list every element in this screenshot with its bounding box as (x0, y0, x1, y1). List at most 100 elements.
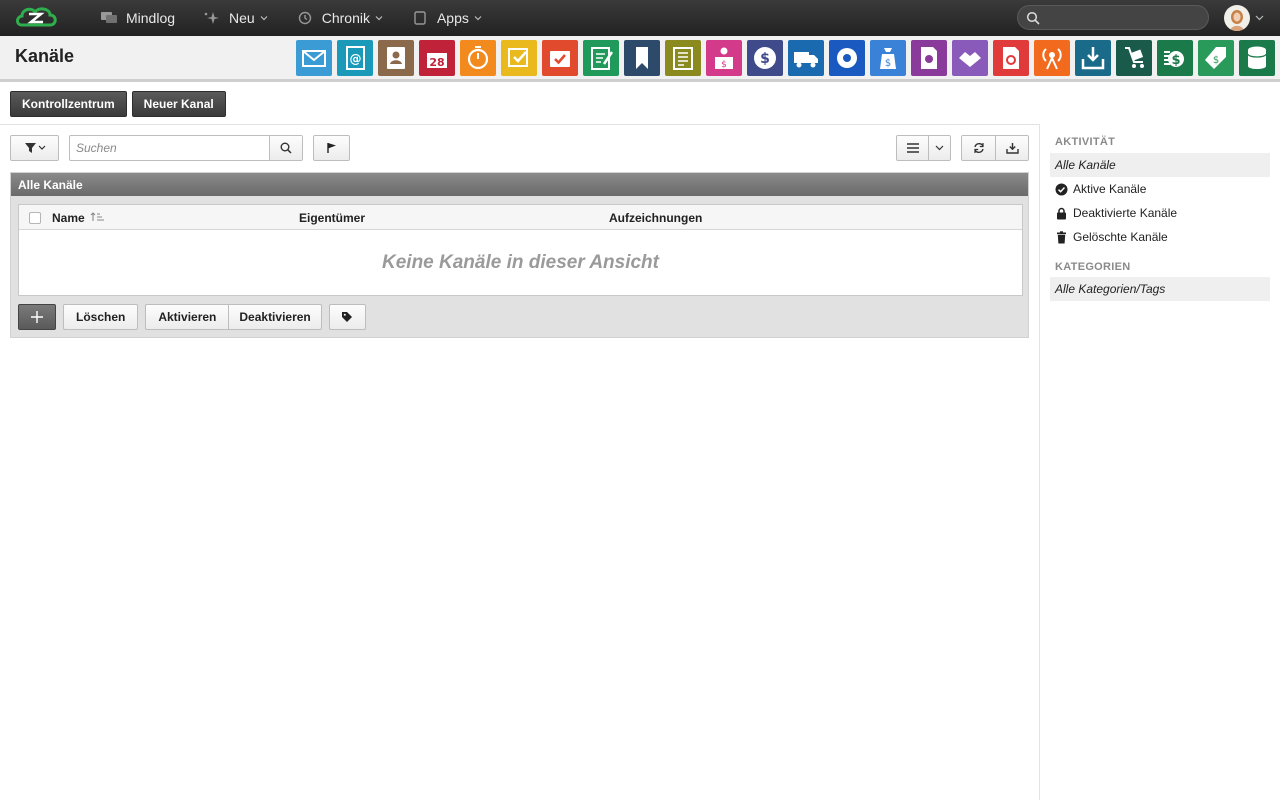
sidebar-item-all-categories[interactable]: Alle Kategorien/Tags (1050, 277, 1270, 301)
column-header-records[interactable]: Aufzeichnungen (609, 211, 702, 225)
download-icon (1005, 143, 1019, 154)
pdf-app-icon (1003, 47, 1019, 69)
contacts-app-launcher[interactable] (378, 40, 414, 76)
add-channel-button[interactable] (18, 304, 56, 330)
action-row: Kontrollzentrum Neuer Kanal (10, 91, 226, 117)
address-book-app-launcher[interactable]: @ (337, 40, 373, 76)
tag-button[interactable] (328, 304, 366, 330)
view-options-dropdown[interactable] (928, 135, 951, 161)
chevron-down-icon (260, 16, 268, 21)
pdf-app-launcher[interactable] (993, 40, 1029, 76)
select-all-checkbox[interactable] (29, 212, 41, 224)
broadcast-app-launcher[interactable] (1034, 40, 1070, 76)
payments-app-icon: $ (1164, 51, 1184, 68)
deals-app-launcher[interactable] (952, 40, 988, 76)
sidebar-item-label: Gelöschte Kanäle (1073, 230, 1168, 244)
plus-icon (31, 311, 43, 323)
legal-app-launcher[interactable] (911, 40, 947, 76)
helpdesk-app-launcher[interactable]: $ (706, 40, 742, 76)
payments-app-launcher[interactable]: $ (1157, 40, 1193, 76)
table-header: Name Eigentümer Aufzeichnungen (19, 205, 1022, 230)
svg-text:$: $ (1213, 55, 1219, 66)
finance-app-launcher[interactable]: $ (747, 40, 783, 76)
calendar-app-launcher[interactable]: 28 (419, 40, 455, 76)
budget-app-launcher[interactable]: $ (870, 40, 906, 76)
control-center-button[interactable]: Kontrollzentrum (10, 91, 127, 117)
svg-text:$: $ (721, 60, 727, 70)
logistics-app-launcher[interactable] (1116, 40, 1152, 76)
sidebar-item-deleted-channels[interactable]: Gelöschte Kanäle (1050, 225, 1270, 249)
deactivate-button[interactable]: Deaktivieren (228, 304, 322, 330)
channels-panel: Alle Kanäle Name Eigentümer Aufzeichnung… (10, 172, 1029, 338)
sidebar-heading-activity: AKTIVITÄT (1055, 136, 1116, 148)
list-icon (906, 143, 919, 153)
mail-app-launcher[interactable] (296, 40, 332, 76)
refresh-icon (973, 142, 984, 154)
nav-neu[interactable]: Neu (189, 0, 282, 36)
logistics-app-icon (1125, 47, 1144, 68)
sidebar-item-label: Alle Kategorien/Tags (1055, 282, 1166, 296)
bookmarks-app-launcher[interactable] (624, 40, 660, 76)
address-book-app-icon: @ (346, 46, 365, 70)
new-channel-button[interactable]: Neuer Kanal (131, 91, 226, 117)
database-app-icon (1247, 46, 1267, 69)
top-navigation-bar: Mindlog Neu Chronik Apps (0, 0, 1280, 36)
flag-icon (326, 143, 336, 153)
sidebar-item-all-channels[interactable]: Alle Kanäle (1050, 153, 1270, 177)
tasks-app-launcher[interactable] (501, 40, 537, 76)
search-input[interactable] (70, 136, 270, 160)
contacts-app-icon (387, 47, 405, 69)
user-avatar[interactable] (1224, 5, 1250, 31)
projects-app-launcher[interactable] (542, 40, 578, 76)
flag-button[interactable] (313, 135, 350, 161)
svg-text:@: @ (350, 52, 362, 66)
sort-ascending-icon (90, 212, 105, 221)
svg-text:$: $ (760, 51, 770, 67)
nav-chronik[interactable]: Chronik (282, 0, 397, 36)
search-button[interactable] (269, 136, 302, 160)
delete-button[interactable]: Löschen (63, 304, 139, 330)
chevron-down-icon (375, 16, 383, 21)
page-header: Kanäle @28 $ $ $ $ $ (0, 36, 1280, 82)
shipping-app-icon (794, 52, 818, 68)
support-app-launcher[interactable] (829, 40, 865, 76)
nav-mindlog[interactable]: Mindlog (86, 0, 189, 36)
pricing-app-launcher[interactable]: $ (1198, 40, 1234, 76)
search-field[interactable] (69, 135, 303, 161)
shipping-app-launcher[interactable] (788, 40, 824, 76)
filter-icon (24, 143, 45, 153)
sidebar-heading-categories: KATEGORIEN (1055, 261, 1131, 273)
refresh-button[interactable] (961, 135, 996, 161)
tasks-app-icon (508, 48, 528, 67)
nav-apps[interactable]: Apps (397, 0, 496, 36)
column-header-name[interactable]: Name (52, 211, 105, 225)
database-app-launcher[interactable] (1239, 40, 1275, 76)
check-circle-icon (1055, 183, 1068, 195)
activate-button[interactable]: Aktivieren (145, 304, 230, 330)
notes-app-icon (591, 47, 614, 70)
broadcast-app-icon (1042, 48, 1062, 70)
global-search-input[interactable] (1017, 5, 1209, 30)
svg-text:$: $ (885, 58, 891, 69)
export-button[interactable] (995, 135, 1029, 161)
app-logo-icon[interactable] (14, 5, 58, 31)
column-header-owner[interactable]: Eigentümer (299, 211, 365, 225)
notes-app-launcher[interactable] (583, 40, 619, 76)
filter-button[interactable] (10, 135, 59, 161)
view-list-button[interactable] (896, 135, 929, 161)
sidebar-item-active-channels[interactable]: Aktive Kanäle (1050, 177, 1270, 201)
sidebar-item-label: Deaktivierte Kanäle (1073, 206, 1178, 220)
trash-icon (1057, 230, 1066, 243)
sidebar-item-deactivated-channels[interactable]: Deaktivierte Kanäle (1050, 201, 1270, 225)
chevron-down-icon (474, 16, 482, 21)
finance-app-icon: $ (754, 47, 776, 69)
chevron-down-icon[interactable] (1255, 14, 1264, 22)
pricing-app-icon: $ (1205, 47, 1226, 69)
sidebar-item-label: Alle Kanäle (1055, 158, 1116, 172)
timer-app-launcher[interactable] (460, 40, 496, 76)
column-header-name-label: Name (52, 211, 85, 225)
downloads-app-launcher[interactable] (1075, 40, 1111, 76)
budget-app-icon: $ (880, 48, 896, 69)
documents-app-launcher[interactable] (665, 40, 701, 76)
sidebar-divider (1039, 124, 1040, 800)
